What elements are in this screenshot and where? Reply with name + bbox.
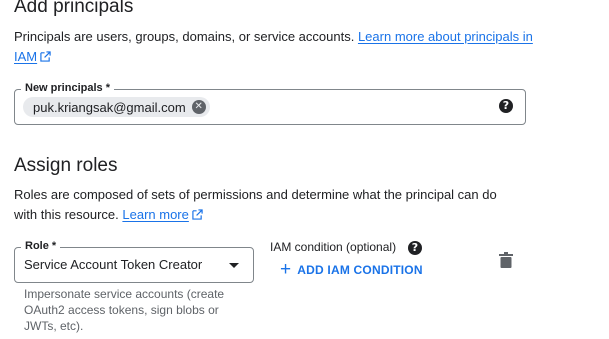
roles-description-text: Roles are composed of sets of permission… (14, 187, 497, 222)
help-icon[interactable]: ? (499, 99, 513, 113)
principal-chip-text: puk.kriangsak@gmail.com (33, 99, 186, 115)
principals-description-text: Principals are users, groups, domains, o… (14, 29, 355, 44)
add-iam-condition-button[interactable]: + ADD IAM CONDITION (280, 259, 423, 280)
new-principals-field[interactable]: New principals * puk.kriangsak@gmail.com… (14, 81, 526, 125)
iam-grant-access-panel: Add principals Principals are users, gro… (0, 0, 609, 339)
roles-description: Roles are composed of sets of permission… (14, 185, 514, 225)
iam-condition-title: IAM condition (optional) (270, 240, 396, 254)
external-link-icon (40, 51, 51, 62)
learn-more-roles-link[interactable]: Learn more (122, 207, 203, 222)
plus-icon: + (280, 259, 292, 280)
new-principals-label: New principals * (21, 81, 114, 95)
help-icon[interactable]: ? (408, 241, 422, 255)
external-link-icon (192, 209, 203, 220)
trash-icon[interactable] (499, 252, 513, 268)
role-label: Role * (21, 239, 61, 253)
role-select[interactable]: Role * Service Account Token Creator (14, 239, 254, 283)
add-principals-heading: Add principals (14, 0, 134, 17)
principal-chip[interactable]: puk.kriangsak@gmail.com ✕ (23, 97, 210, 117)
principals-description: Principals are users, groups, domains, o… (14, 27, 534, 67)
add-iam-condition-label: ADD IAM CONDITION (297, 263, 423, 277)
role-hint: Impersonate service accounts (create OAu… (24, 287, 225, 333)
dropdown-caret-icon (229, 263, 239, 268)
iam-condition-title-text: IAM condition (optional) (270, 240, 397, 254)
role-select-value: Service Account Token Creator (24, 257, 203, 272)
chip-remove-icon[interactable]: ✕ (191, 100, 206, 114)
assign-roles-heading: Assign roles (14, 155, 118, 176)
